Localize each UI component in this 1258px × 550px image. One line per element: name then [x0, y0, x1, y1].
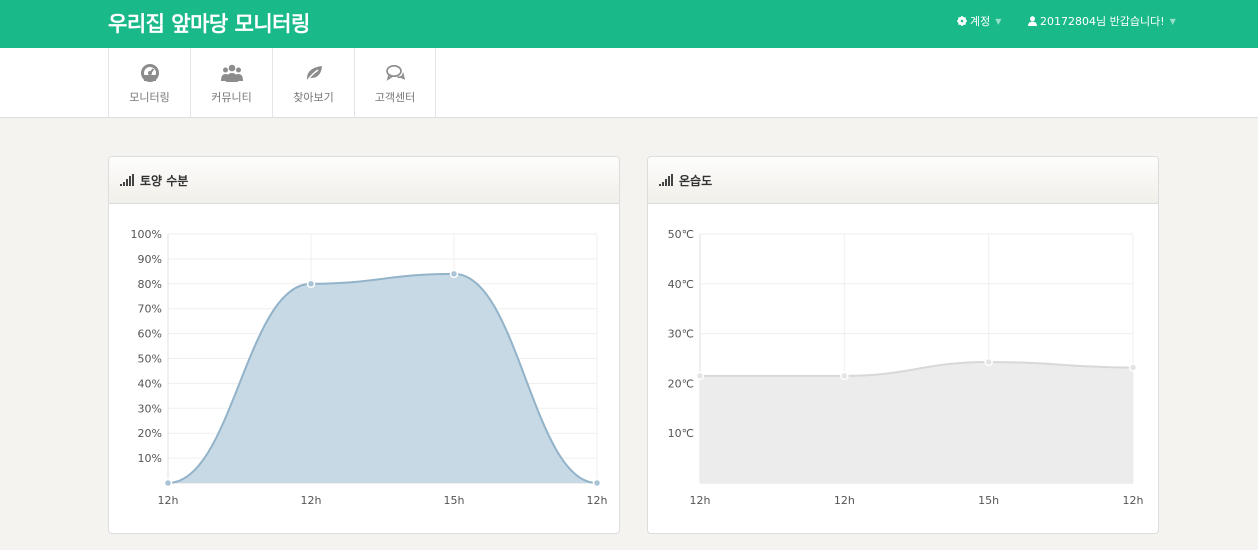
panel-title: 토양 수분: [140, 173, 189, 188]
y-tick-label: 10%: [138, 452, 162, 465]
y-tick-label: 60%: [138, 328, 162, 341]
y-tick-label: 40℃: [668, 278, 694, 291]
account-menu[interactable]: 계정 ▼: [957, 13, 1001, 29]
soil-moisture-panel: 토양 수분 10% 20% 30% 40% 50% 60% 70% 80% 90% 100% 12h…: [108, 156, 620, 534]
series-area: [168, 273, 597, 483]
x-tick-label: 12h: [587, 494, 608, 507]
y-tick-label: 30%: [138, 402, 162, 415]
data-point: [306, 279, 316, 289]
signal-bars-icon: [120, 171, 134, 190]
nav-label: 찾아보기: [293, 91, 334, 104]
temp-humidity-chart-area: 10℃ 20℃ 30℃ 40℃ 50℃ 12h 12h 15h 12h: [648, 204, 1158, 533]
temp-humidity-panel: 온습도 10℃ 20℃ 30℃ 40℃ 50℃ 12h 12h 15h 12h: [647, 156, 1159, 534]
dashboard-icon: [140, 61, 160, 85]
x-tick-label: 12h: [834, 494, 855, 507]
y-tick-label: 20%: [138, 427, 162, 440]
user-menu[interactable]: 20172804님 반갑습니다! ▼: [1028, 13, 1176, 29]
x-tick-label: 12h: [1123, 494, 1144, 507]
top-bar: 우리집 앞마당 모니터링 계정 ▼ 20172804님 반갑습니다! ▼: [0, 0, 1258, 48]
main-nav: 모니터링 커뮤니티 찾아보기 고객센터: [0, 48, 1258, 118]
y-tick-label: 50%: [138, 353, 162, 366]
y-tick-label: 80%: [138, 278, 162, 291]
user-greeting: 20172804님 반갑습니다!: [1040, 15, 1165, 28]
brand-title[interactable]: 우리집 앞마당 모니터링: [108, 8, 310, 38]
x-tick-label: 12h: [158, 494, 179, 507]
nav-item-explore[interactable]: 찾아보기: [272, 48, 354, 118]
soil-moisture-chart: 10% 20% 30% 40% 50% 60% 70% 80% 90% 100% 12h 12h 15h…: [131, 228, 608, 507]
caret-down-icon: ▼: [995, 16, 1002, 26]
y-tick-label: 50℃: [668, 228, 694, 241]
temp-humidity-chart: 10℃ 20℃ 30℃ 40℃ 50℃ 12h 12h 15h 12h: [668, 228, 1144, 507]
x-tick-label: 12h: [301, 494, 322, 507]
y-tick-label: 20℃: [668, 377, 694, 390]
user-icon: [1028, 16, 1037, 26]
data-point: [840, 371, 849, 381]
x-tick-label: 15h: [978, 494, 999, 507]
nav-label: 모니터링: [129, 91, 170, 104]
x-tick-label: 12h: [690, 494, 711, 507]
users-icon: [220, 61, 243, 85]
panel-header: 토양 수분: [109, 157, 619, 204]
x-tick-label: 15h: [444, 494, 465, 507]
y-tick-label: 90%: [138, 253, 162, 266]
y-tick-label: 10℃: [668, 427, 694, 440]
nav-item-community[interactable]: 커뮤니티: [190, 48, 272, 118]
nav-item-support[interactable]: 고객센터: [354, 48, 436, 118]
account-label: 계정: [970, 15, 991, 28]
data-point: [1128, 363, 1138, 372]
nav-item-monitoring[interactable]: 모니터링: [108, 48, 190, 118]
y-tick-label: 70%: [138, 303, 162, 316]
leaf-icon: [304, 61, 324, 85]
comments-icon: [385, 61, 405, 85]
data-point: [592, 478, 602, 488]
data-point: [163, 478, 173, 488]
soil-moisture-chart-area: 10% 20% 30% 40% 50% 60% 70% 80% 90% 100% 12h 12h 15h…: [109, 204, 619, 533]
y-tick-label: 100%: [131, 228, 162, 241]
gear-icon: [957, 16, 967, 26]
caret-down-icon: ▼: [1169, 16, 1176, 26]
data-point: [449, 269, 459, 279]
nav-label: 커뮤니티: [211, 91, 252, 104]
signal-bars-icon: [659, 171, 673, 190]
data-point: [695, 371, 705, 381]
y-tick-label: 40%: [138, 377, 162, 390]
panel-title: 온습도: [679, 173, 713, 188]
data-point: [984, 357, 993, 367]
nav-label: 고객센터: [374, 91, 416, 104]
series-area: [700, 361, 1133, 483]
y-tick-label: 30℃: [668, 328, 694, 341]
panel-header: 온습도: [648, 157, 1158, 204]
